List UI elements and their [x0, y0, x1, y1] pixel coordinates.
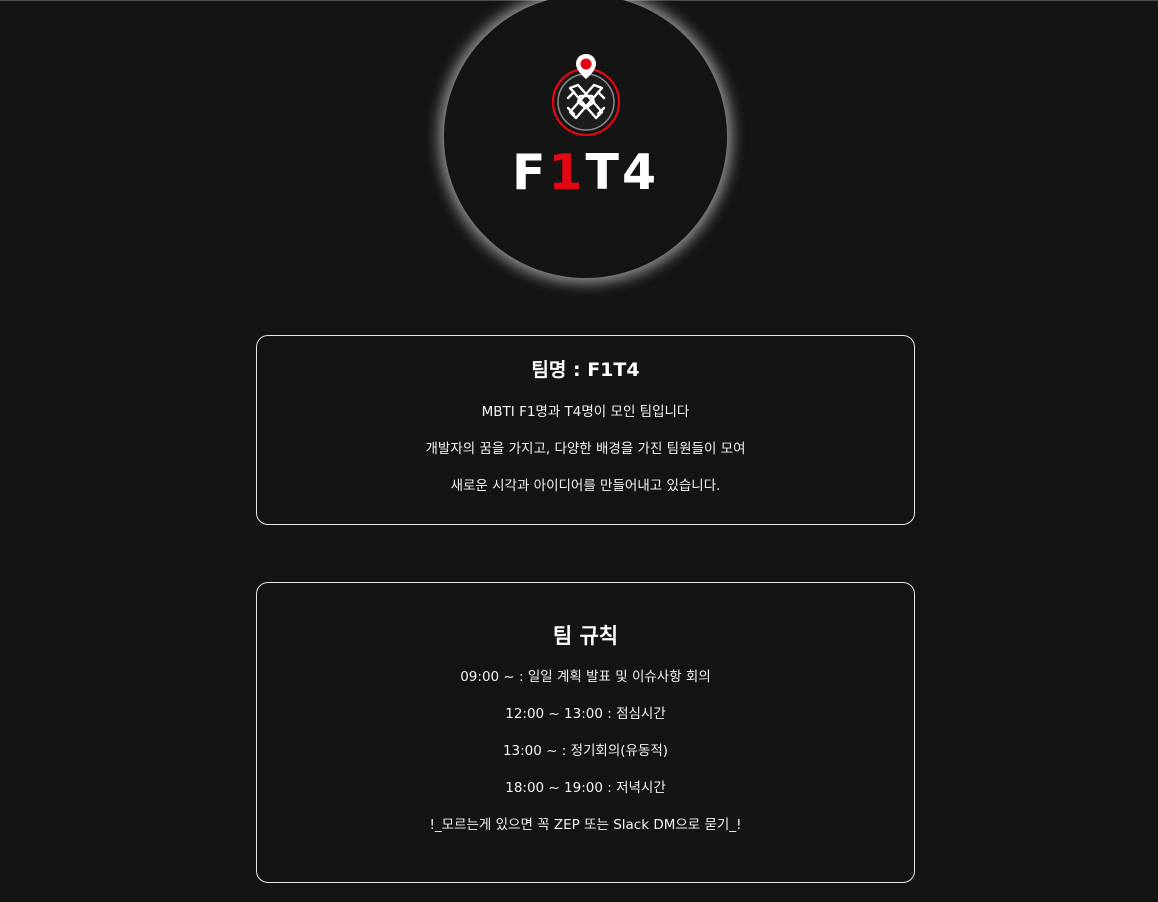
team-name-title: 팀명 : F1T4 — [531, 359, 640, 381]
intro-line: 개발자의 꿈을 가지고, 다양한 배경을 가진 팀원들이 모여 — [425, 441, 746, 457]
rule-line: 12:00 ~ 13:00 : 점심시간 — [505, 706, 666, 722]
rule-line: 09:00 ~ : 일일 계획 발표 및 이슈사항 회의 — [460, 669, 711, 685]
team-rules-card: 팀 규칙 09:00 ~ : 일일 계획 발표 및 이슈사항 회의 12:00 … — [256, 582, 915, 883]
hands-together-pin-icon — [551, 54, 621, 136]
team-intro-card: 팀명 : F1T4 MBTI F1명과 T4명이 모인 팀입니다 개발자의 꿈을… — [256, 335, 915, 525]
logo-letter-1: 1 — [548, 144, 586, 201]
page: F1T4 팀명 : F1T4 MBTI F1명과 T4명이 모인 팀입니다 개발… — [0, 0, 1158, 902]
logo-letter-f: F — [511, 144, 549, 201]
rule-line: 18:00 ~ 19:00 : 저녁시간 — [505, 780, 666, 796]
rule-line: 13:00 ~ : 정기회의(유동적) — [502, 743, 669, 759]
rule-line: !_모르는게 있으면 꼭 ZEP 또는 Slack DM으로 묻기_! — [429, 817, 742, 833]
intro-line: MBTI F1명과 T4명이 모인 팀입니다 — [481, 404, 690, 420]
intro-line: 새로운 시각과 아이디어를 만들어내고 있습니다. — [450, 478, 721, 494]
logo-letters-t4: T4 — [585, 144, 660, 201]
team-logo: F1T4 — [444, 0, 727, 278]
team-rules-title: 팀 규칙 — [552, 624, 619, 648]
logo-wordmark: F1T4 — [444, 145, 727, 201]
